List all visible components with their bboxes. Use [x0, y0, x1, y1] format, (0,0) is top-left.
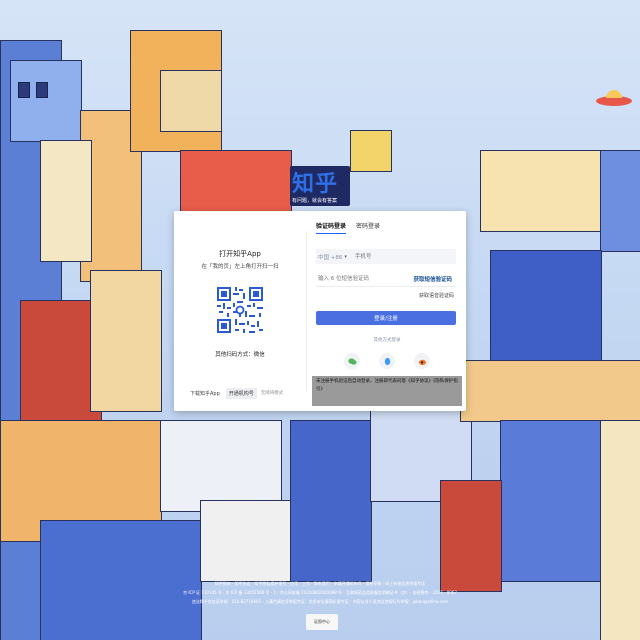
- footer-report: 违法和不良信息举报：010-82716601 · 儿童色情信息举报专区 · 信息…: [191, 599, 449, 604]
- footer-icp: 京 ICP 证 110745 号 · 京 ICP 备 13052560 号 - …: [183, 590, 457, 595]
- wechat-login-button[interactable]: [344, 353, 360, 369]
- qq-login-button[interactable]: [379, 353, 395, 369]
- logo-mark: 知乎: [292, 172, 339, 197]
- accessibility-link[interactable]: 无障碍模式: [261, 390, 284, 396]
- login-tabs: 验证码登录 密码登录: [316, 221, 380, 234]
- qr-actions: 下载知乎App 开通机构号 无障碍模式: [188, 387, 298, 399]
- pane-divider: [306, 231, 307, 391]
- zhihu-logo: 知乎 有问题，就会有答案: [290, 166, 350, 206]
- phone-field: 中国 +86 ▾: [316, 249, 456, 264]
- weibo-icon: [418, 359, 426, 365]
- qr-code-icon: [215, 285, 265, 335]
- social-login-list: [344, 353, 430, 369]
- sms-login-form: 验证码登录 密码登录 中国 +86 ▾ 获取短信验证码 获取语音验证码 登录/注…: [312, 211, 462, 411]
- tab-sms-login[interactable]: 验证码登录: [316, 221, 347, 234]
- sms-code-input[interactable]: [316, 274, 400, 283]
- agreement-text: 未注册手机验证后自动登录，注册即代表同意《知乎协议》《隐私保护指引》: [312, 376, 462, 406]
- qr-title: 打开知乎App: [219, 250, 261, 258]
- wechat-icon: [347, 357, 357, 365]
- logo-tagline: 有问题，就会有答案: [292, 198, 338, 204]
- download-app-button[interactable]: 下载知乎App: [188, 387, 222, 399]
- chevron-down-icon: ▾: [344, 253, 347, 260]
- qr-login-pane: 打开知乎App 在「我的页」左上角打开扫一扫 其他扫码方式：微信 下载知乎App…: [174, 211, 306, 411]
- site-footer: 知乎指南 · 知乎协议 · 知乎隐私保护指引 · 应用 · 工作 · 联系我们 …: [60, 579, 580, 606]
- sms-code-field: 获取短信验证码: [316, 271, 456, 287]
- license-center-badge[interactable]: 证照中心: [306, 614, 338, 630]
- qq-icon: [384, 357, 390, 365]
- phone-input[interactable]: [352, 252, 427, 261]
- country-code-select[interactable]: 中国 +86: [318, 253, 342, 261]
- login-dialog: 打开知乎App 在「我的页」左上角打开扫一扫 其他扫码方式：微信 下载知乎App…: [174, 211, 466, 411]
- login-register-button[interactable]: 登录/注册: [316, 311, 456, 325]
- get-sms-code-link[interactable]: 获取短信验证码: [413, 275, 452, 283]
- open-org-account-button[interactable]: 开通机构号: [225, 387, 257, 399]
- tab-password-login[interactable]: 密码登录: [356, 221, 380, 234]
- qr-other-methods: 其他扫码方式：微信: [215, 352, 265, 358]
- qr-subtitle: 在「我的页」左上角打开扫一扫: [201, 264, 279, 270]
- get-voice-code-link[interactable]: 获取语音验证码: [419, 292, 454, 299]
- footer-links[interactable]: 知乎指南 · 知乎协议 · 知乎隐私保护指引 · 应用 · 工作 · 联系我们 …: [60, 579, 580, 588]
- other-login-label: 其他方式登录: [373, 338, 401, 343]
- weibo-login-button[interactable]: [414, 353, 430, 369]
